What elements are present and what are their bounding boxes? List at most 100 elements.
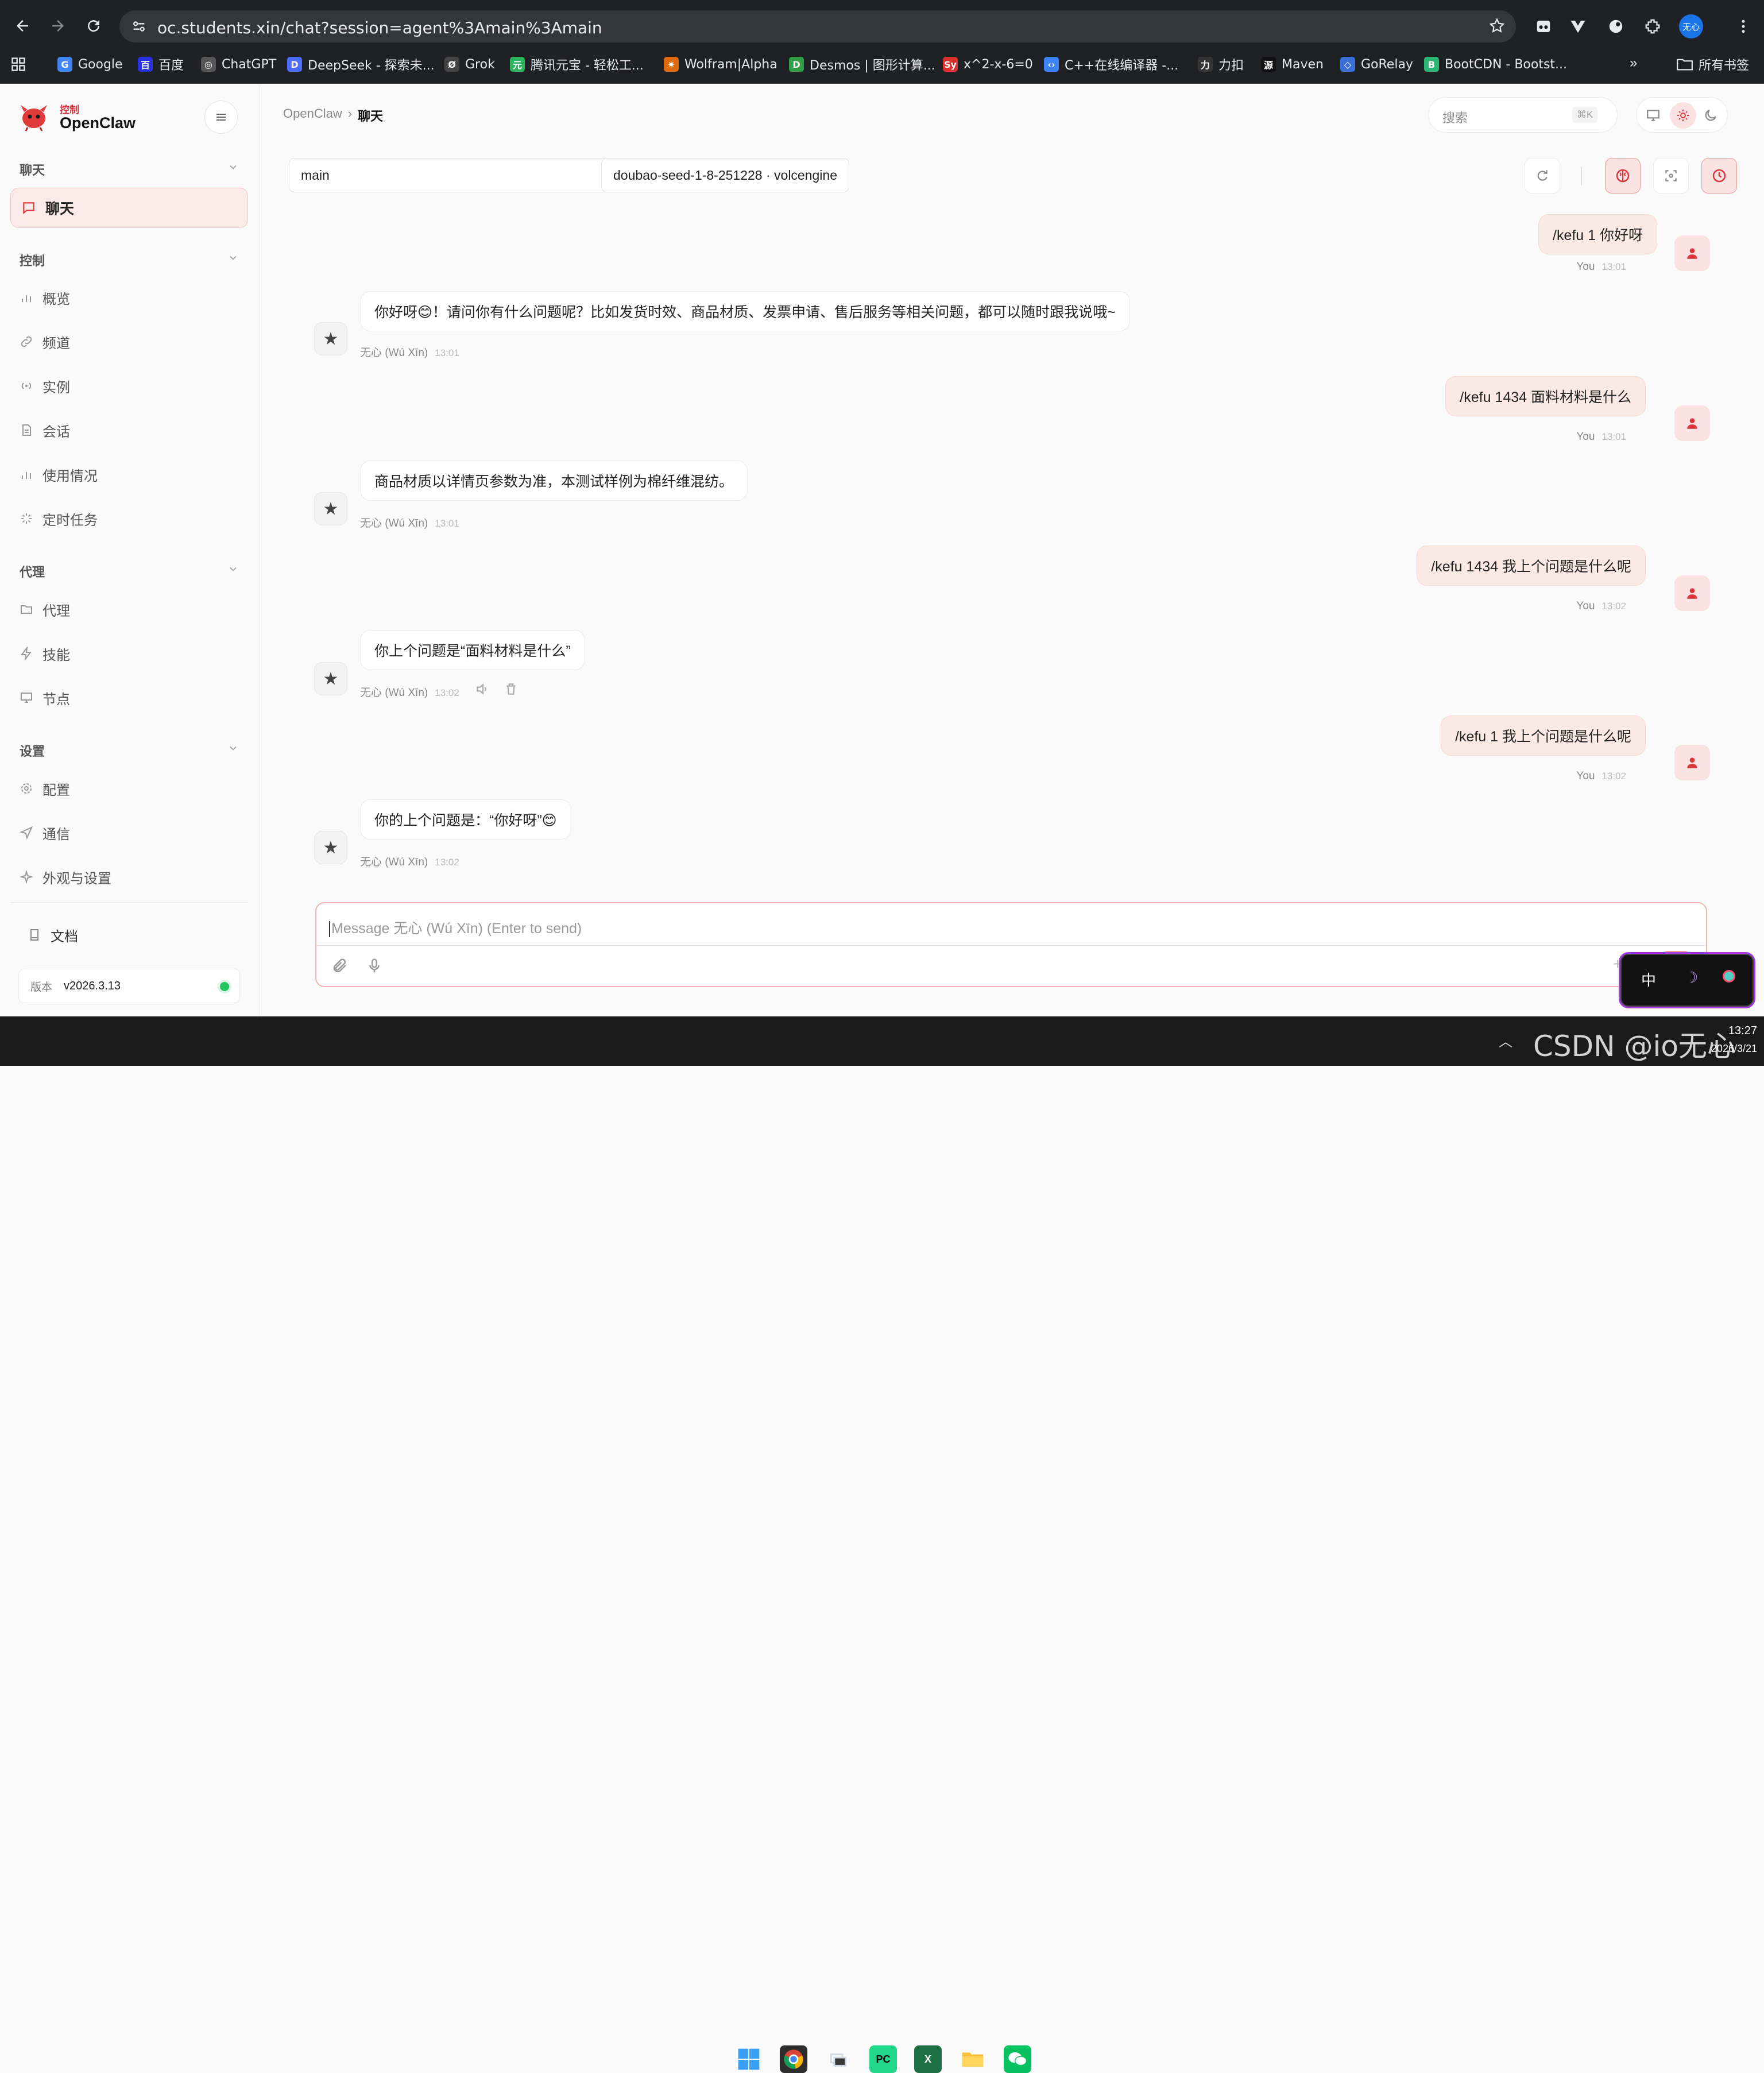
message-meta: You 13:02 xyxy=(1576,770,1626,783)
clock-time[interactable]: 13:27 xyxy=(1694,1024,1757,1038)
wechat-icon[interactable] xyxy=(1004,2045,1031,2073)
microphone-icon[interactable] xyxy=(366,957,383,974)
sidebar-item-overview[interactable]: 概览 xyxy=(20,285,70,310)
clock-date[interactable]: 2026/3/21 xyxy=(1694,1043,1757,1055)
bookmark-item[interactable]: Sy x^2-x-6=0 xyxy=(943,55,1033,74)
collapse-sidebar-button[interactable] xyxy=(204,100,238,134)
chevron-down-icon[interactable] xyxy=(227,252,239,264)
ime-mode[interactable]: 中 xyxy=(1641,969,1656,990)
message-time: 13:01 xyxy=(1601,431,1626,442)
profile-avatar[interactable]: 无心 xyxy=(1679,14,1703,38)
sidebar: 控制 OpenClaw 聊天 聊天 控制 概览 频道 实例 会话 使用情况 定时… xyxy=(0,84,260,1016)
message-time: 13:02 xyxy=(1601,601,1626,612)
browser-menu-icon[interactable] xyxy=(1733,16,1754,37)
task-view-icon[interactable] xyxy=(825,2045,852,2073)
sidebar-item-nodes[interactable]: 节点 xyxy=(20,686,70,710)
sidebar-item-config[interactable]: 配置 xyxy=(20,776,70,800)
history-button[interactable] xyxy=(1701,158,1737,194)
sidebar-item-label: 使用情况 xyxy=(42,468,98,484)
breadcrumb-root[interactable]: OpenClaw xyxy=(283,106,342,125)
assistant-message-bubble: 你的上个问题是：“你好呀”😊 xyxy=(360,799,571,840)
sidebar-item-scheduled-tasks[interactable]: 定时任务 xyxy=(20,506,98,531)
sidebar-item-skills[interactable]: 技能 xyxy=(20,641,70,666)
vue-devtools-icon[interactable] xyxy=(1568,16,1588,37)
bookmark-item[interactable]: B BootCDN - Bootst... xyxy=(1424,55,1567,74)
trash-icon[interactable] xyxy=(504,682,519,697)
message-time: 13:01 xyxy=(435,347,459,358)
excel-icon[interactable]: X xyxy=(914,2045,942,2073)
tray-overflow-icon[interactable]: ︿ xyxy=(1499,1030,1512,1050)
sidebar-item-instances[interactable]: 实例 xyxy=(20,374,70,398)
bookmark-item[interactable]: 力力扣 xyxy=(1198,55,1244,74)
ime-skin-icon[interactable] xyxy=(1723,970,1735,983)
bookmark-label: Desmos | 图形计算... xyxy=(810,59,935,73)
address-bar[interactable]: oc.students.xin/chat?session=agent%3Amai… xyxy=(119,10,1516,42)
paperclip-icon[interactable] xyxy=(331,957,349,974)
sidebar-item-label: 概览 xyxy=(42,291,70,307)
bookmark-item[interactable]: 元腾讯元宝 - 轻松工... xyxy=(510,55,644,74)
light-theme-button[interactable] xyxy=(1670,102,1696,129)
monitor-icon xyxy=(21,693,32,703)
bookmark-item[interactable]: ✷ Wolfram|Alpha xyxy=(664,55,777,74)
bookmark-item[interactable]: ◎ ChatGPT xyxy=(201,55,276,74)
bookmark-favicon-icon: 源 xyxy=(1261,57,1276,72)
star-icon: ★ xyxy=(323,838,339,857)
model-select[interactable]: doubao-seed-1-8-251228 · volcengine xyxy=(601,158,850,192)
pycharm-icon[interactable]: PC xyxy=(869,2045,897,2073)
bookmark-label: BootCDN - Bootst... xyxy=(1445,57,1568,72)
bookmark-item[interactable]: D Desmos | 图形计算... xyxy=(789,55,935,74)
bookmark-item[interactable]: 源 Maven xyxy=(1261,55,1324,74)
openclaw-logo xyxy=(17,99,51,133)
monitor-icon[interactable] xyxy=(1646,108,1661,123)
site-info-icon[interactable] xyxy=(131,18,147,34)
chrome-taskbar-icon[interactable] xyxy=(780,2045,807,2073)
focus-mode-button[interactable] xyxy=(1653,158,1689,194)
bookmark-item[interactable]: ◇ GoRelay xyxy=(1340,55,1413,74)
thinking-toggle-button[interactable] xyxy=(1605,158,1641,194)
bookmark-star-icon[interactable] xyxy=(1488,17,1506,34)
message-input[interactable]: Message 无心 (Wú Xīn) (Enter to send) xyxy=(316,903,1706,946)
start-button[interactable] xyxy=(735,2045,763,2073)
search-placeholder: 搜索 xyxy=(1442,111,1468,125)
apps-grid-icon[interactable] xyxy=(10,56,26,72)
sidebar-item-label: 外观与设置 xyxy=(42,871,111,887)
ime-toolbar: 中 ☽ xyxy=(1620,954,1754,1007)
file-explorer-icon[interactable] xyxy=(959,2045,987,2073)
incognito-icon[interactable] xyxy=(1533,16,1554,37)
sidebar-item-chat[interactable]: 聊天 xyxy=(10,188,248,228)
ime-moon-icon[interactable]: ☽ xyxy=(1685,969,1698,987)
forward-button[interactable] xyxy=(47,15,69,37)
sidebar-item-appearance[interactable]: 外观与设置 xyxy=(20,865,111,889)
bookmark-item[interactable]: D DeepSeek - 探索未... xyxy=(287,55,435,74)
chevron-down-icon[interactable] xyxy=(227,742,239,754)
chevron-down-icon[interactable] xyxy=(227,563,239,575)
user-icon xyxy=(1687,248,1697,259)
connection-status-dot xyxy=(220,982,229,991)
windows-taskbar: PC X ︿ CSDN @io无心 13:27 2026/3/21 xyxy=(0,1016,1764,2073)
reload-button[interactable] xyxy=(83,15,105,37)
all-bookmarks-folder[interactable]: 所有书签 xyxy=(1677,55,1749,74)
bookmarks-overflow-icon[interactable]: » xyxy=(1630,55,1637,71)
section-settings-title: 设置 xyxy=(20,744,45,759)
sidebar-item-communication[interactable]: 通信 xyxy=(20,821,70,845)
sidebar-item-usage[interactable]: 使用情况 xyxy=(20,462,98,486)
message-sender: 无心 (Wú Xīn) xyxy=(360,856,428,868)
extension-icon[interactable] xyxy=(1606,16,1626,37)
refresh-button[interactable] xyxy=(1525,158,1560,194)
bookmark-item[interactable]: 百百度 xyxy=(138,55,184,74)
search-input[interactable]: 搜索 ⌘K xyxy=(1428,97,1618,133)
bookmark-item[interactable]: ‹› C++在线编译器 -... xyxy=(1044,55,1178,74)
sidebar-item-agents[interactable]: 代理 xyxy=(20,597,70,621)
moon-icon[interactable] xyxy=(1703,108,1718,123)
speaker-icon[interactable] xyxy=(475,682,490,697)
sidebar-item-channels[interactable]: 频道 xyxy=(20,330,70,354)
bookmark-item[interactable]: G Google xyxy=(57,55,123,74)
bookmark-item[interactable]: Ø Grok xyxy=(444,55,495,74)
back-button[interactable] xyxy=(11,15,33,37)
user-message-bubble: /kefu 1 你好呀 xyxy=(1538,214,1657,254)
extensions-puzzle-icon[interactable] xyxy=(1642,16,1663,37)
chevron-down-icon[interactable] xyxy=(227,161,239,173)
sidebar-item-docs[interactable]: 文档 xyxy=(28,923,78,947)
sidebar-item-sessions[interactable]: 会话 xyxy=(20,418,70,442)
assistant-avatar: ★ xyxy=(314,831,347,864)
